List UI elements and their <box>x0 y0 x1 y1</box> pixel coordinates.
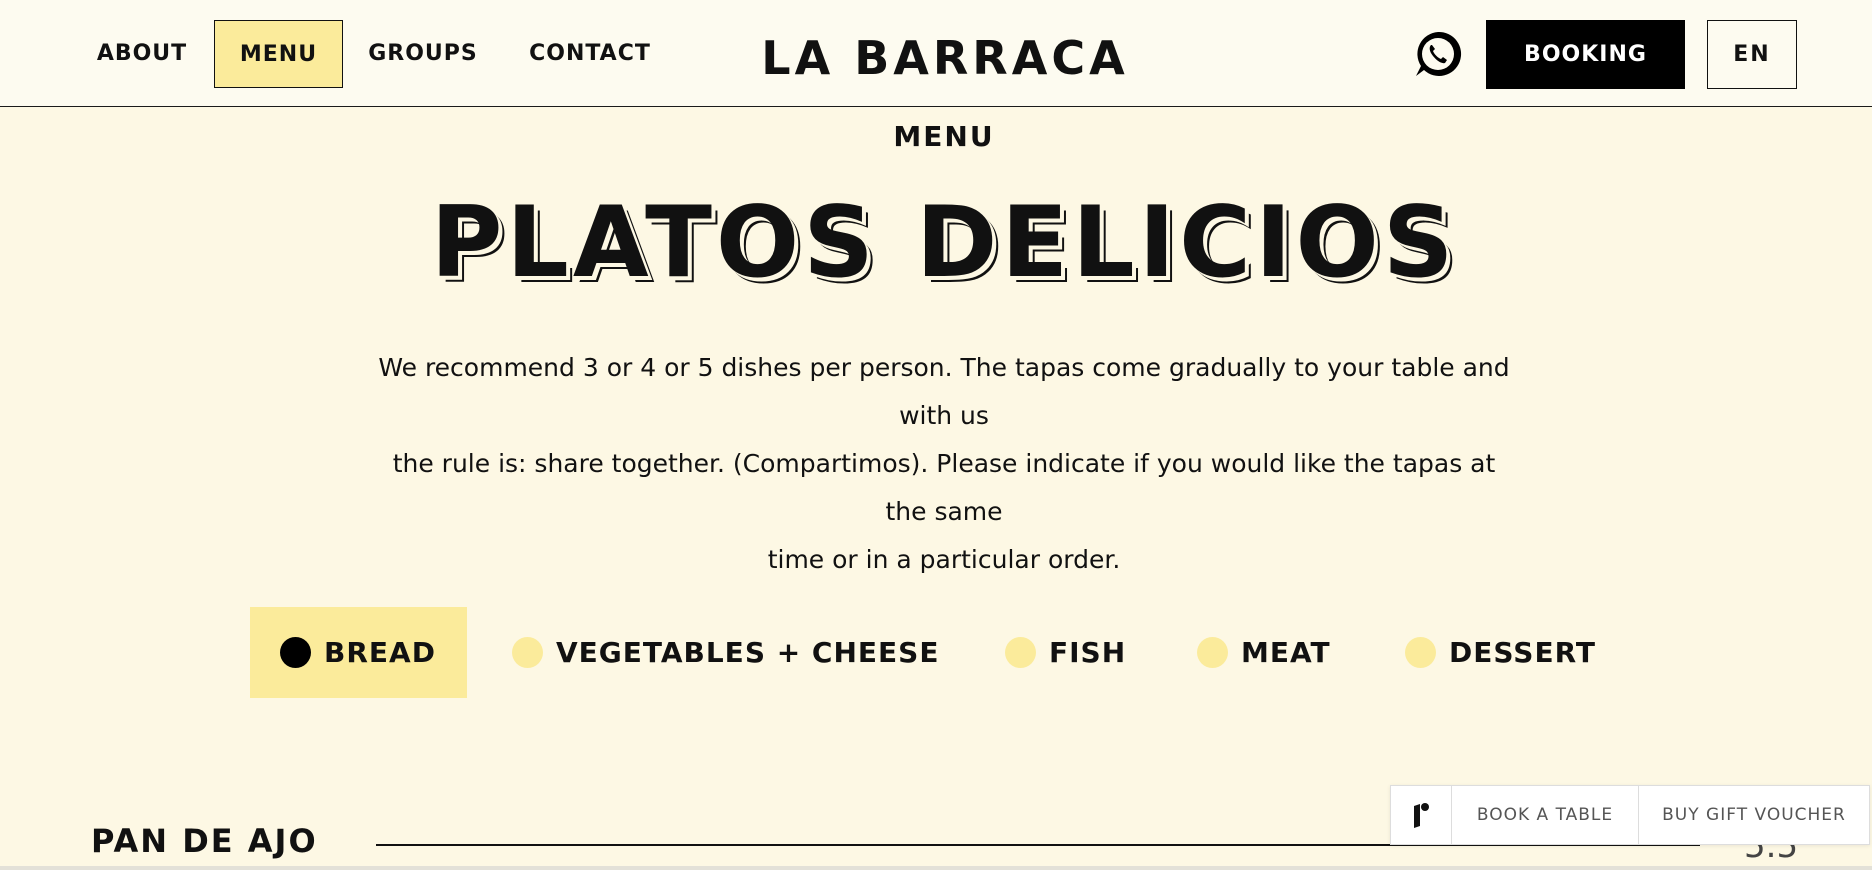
formitable-logo-icon[interactable] <box>1391 786 1452 844</box>
nav-menu[interactable]: MENU <box>214 20 343 88</box>
category-tab-fish[interactable]: FISH <box>1005 607 1126 698</box>
intro-line: We recommend 3 or 4 or 5 dishes per pers… <box>378 353 1510 430</box>
category-tab-bread[interactable]: BREAD <box>250 607 467 698</box>
menu-item-name: PAN DE AJO <box>91 822 318 860</box>
category-label: VEGETABLES + CHEESE <box>556 636 940 669</box>
page-title: PLATOS DELICIOS <box>430 186 1458 300</box>
language-switch-button[interactable]: EN <box>1707 20 1797 89</box>
nav-contact[interactable]: CONTACT <box>520 20 660 88</box>
menu-intro-text: We recommend 3 or 4 or 5 dishes per pers… <box>370 344 1518 584</box>
site-header: ABOUT MENU GROUPS CONTACT LA BARRACA BOO… <box>0 0 1872 107</box>
dot-icon <box>1197 637 1228 668</box>
booking-widget: BOOK A TABLE BUY GIFT VOUCHER <box>1390 785 1870 845</box>
intro-line: time or in a particular order. <box>767 545 1121 574</box>
booking-button[interactable]: BOOKING <box>1486 20 1685 89</box>
book-a-table-button[interactable]: BOOK A TABLE <box>1452 786 1639 844</box>
intro-line: the rule is: share together. (Compartimo… <box>392 449 1496 526</box>
dot-icon <box>1005 637 1036 668</box>
whatsapp-icon[interactable] <box>1412 28 1464 80</box>
nav-about[interactable]: ABOUT <box>82 20 202 88</box>
active-dot-icon <box>280 637 311 668</box>
category-label: FISH <box>1049 636 1127 669</box>
category-label: MEAT <box>1241 636 1331 669</box>
category-label: BREAD <box>324 636 436 669</box>
dot-icon <box>512 637 543 668</box>
bottom-scrollbar[interactable] <box>0 866 1872 870</box>
category-tab-vegetables-cheese[interactable]: VEGETABLES + CHEESE <box>512 607 939 698</box>
category-tab-dessert[interactable]: DESSERT <box>1405 607 1596 698</box>
section-label: MENU <box>893 120 995 153</box>
nav-groups[interactable]: GROUPS <box>358 20 488 88</box>
category-tab-meat[interactable]: MEAT <box>1197 607 1331 698</box>
site-logo[interactable]: LA BARRACA <box>720 28 1170 88</box>
category-label: DESSERT <box>1449 636 1596 669</box>
buy-gift-voucher-button[interactable]: BUY GIFT VOUCHER <box>1639 786 1869 844</box>
dot-icon <box>1405 637 1436 668</box>
